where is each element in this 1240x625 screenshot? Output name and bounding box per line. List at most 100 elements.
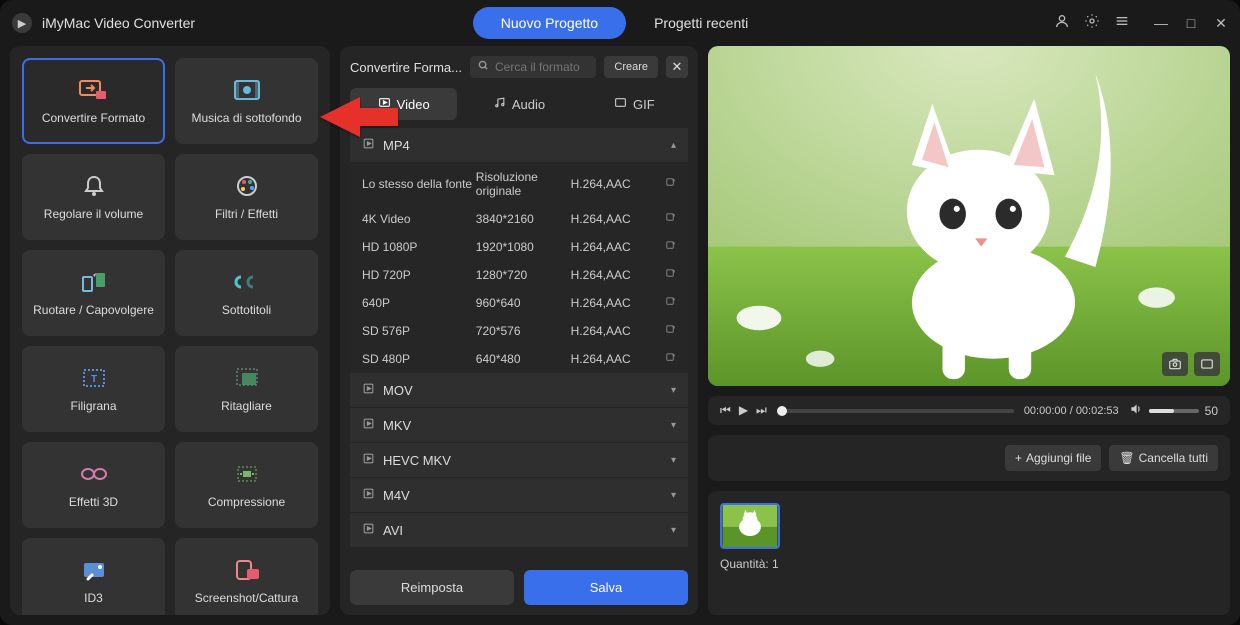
close-panel-button[interactable]: ✕ bbox=[666, 56, 688, 78]
video-preview[interactable] bbox=[708, 46, 1230, 386]
seek-bar[interactable] bbox=[777, 409, 1014, 413]
tool-compress[interactable]: Compressione bbox=[175, 442, 318, 528]
file-thumbnail[interactable] bbox=[720, 503, 780, 549]
maximize-button[interactable]: □ bbox=[1184, 15, 1198, 32]
tool-rotate[interactable]: Ruotare / Capovolgere bbox=[22, 250, 165, 336]
format-group-mov[interactable]: MOV▾ bbox=[350, 373, 688, 407]
app-window: ▶ iMyMac Video Converter Nuovo Progetto … bbox=[0, 0, 1240, 625]
preset-resolution: 960*640 bbox=[476, 296, 571, 310]
new-project-button[interactable]: Nuovo Progetto bbox=[473, 7, 626, 39]
preset-name: 640P bbox=[362, 296, 476, 310]
edit-preset-icon[interactable] bbox=[656, 352, 676, 366]
volume-icon[interactable] bbox=[1129, 402, 1143, 419]
bell-icon bbox=[78, 173, 110, 199]
edit-preset-icon[interactable] bbox=[656, 268, 676, 282]
snapshot-icon[interactable] bbox=[1162, 352, 1188, 376]
video-tab-icon bbox=[378, 96, 391, 112]
format-tab-video[interactable]: Video bbox=[350, 88, 457, 120]
preset-codec: H.264,AAC bbox=[571, 268, 656, 282]
save-button[interactable]: Salva bbox=[524, 570, 688, 605]
add-file-button[interactable]: +Aggiungi file bbox=[1005, 445, 1101, 471]
tool-glasses[interactable]: Effetti 3D bbox=[22, 442, 165, 528]
fullscreen-icon[interactable] bbox=[1194, 352, 1220, 376]
format-preset[interactable]: 640P960*640H.264,AAC bbox=[350, 289, 688, 317]
tool-film[interactable]: Musica di sottofondo bbox=[175, 58, 318, 144]
format-list[interactable]: MP4▴Lo stesso della fonteRisoluzione ori… bbox=[350, 128, 688, 560]
chevron-icon: ▾ bbox=[671, 420, 676, 431]
tool-crop[interactable]: Ritagliare bbox=[175, 346, 318, 432]
preset-name: HD 1080P bbox=[362, 240, 476, 254]
tool-id3[interactable]: ID3 bbox=[22, 538, 165, 615]
app-title: iMyMac Video Converter bbox=[42, 15, 195, 31]
glasses-icon bbox=[78, 461, 110, 487]
format-preset[interactable]: HD 720P1280*720H.264,AAC bbox=[350, 261, 688, 289]
playback-buttons: ⏮ ▶ ⏭ bbox=[720, 403, 767, 418]
format-preset[interactable]: SD 480P640*480H.264,AAC bbox=[350, 345, 688, 373]
edit-preset-icon[interactable] bbox=[656, 324, 676, 338]
watermark-icon: T bbox=[78, 365, 110, 391]
chevron-icon: ▾ bbox=[671, 385, 676, 396]
format-group-avi[interactable]: AVI▾ bbox=[350, 513, 688, 547]
minimize-button[interactable]: — bbox=[1154, 15, 1168, 32]
trash-icon: 🗑 bbox=[1119, 451, 1134, 465]
settings-icon[interactable] bbox=[1084, 13, 1100, 33]
preset-codec: H.264,AAC bbox=[571, 352, 656, 366]
format-icon bbox=[362, 382, 375, 398]
preset-resolution: 720*576 bbox=[476, 324, 571, 338]
tool-label: Ruotare / Capovolgere bbox=[33, 303, 154, 317]
svg-text:T: T bbox=[90, 374, 96, 385]
format-preset[interactable]: Lo stesso della fonteRisoluzione origina… bbox=[350, 163, 688, 205]
plus-icon: + bbox=[1015, 451, 1022, 465]
tool-convert[interactable]: Convertire Formato bbox=[22, 58, 165, 144]
format-group-hevc-mkv[interactable]: HEVC MKV▾ bbox=[350, 443, 688, 477]
edit-preset-icon[interactable] bbox=[656, 177, 676, 191]
format-group-mkv[interactable]: MKV▾ bbox=[350, 408, 688, 442]
format-preset[interactable]: 4K Video3840*2160H.264,AAC bbox=[350, 205, 688, 233]
user-icon[interactable] bbox=[1054, 13, 1070, 33]
format-group-mp4[interactable]: MP4▴ bbox=[350, 128, 688, 162]
edit-preset-icon[interactable] bbox=[656, 296, 676, 310]
format-type-tabs: VideoAudio GIF bbox=[350, 88, 688, 120]
menu-icon[interactable] bbox=[1114, 13, 1130, 33]
close-button[interactable]: ✕ bbox=[1214, 15, 1228, 32]
quantity-label: Quantità: 1 bbox=[720, 557, 1218, 571]
format-tab-audio[interactable]: Audio bbox=[465, 88, 572, 120]
titlebar: ▶ iMyMac Video Converter Nuovo Progetto … bbox=[0, 0, 1240, 46]
tool-label: Regolare il volume bbox=[44, 207, 143, 221]
crop-icon bbox=[231, 365, 263, 391]
tool-label: Musica di sottofondo bbox=[191, 111, 301, 125]
preset-resolution: Risoluzione originale bbox=[476, 170, 571, 198]
tool-screenshot[interactable]: Screenshot/Cattura bbox=[175, 538, 318, 615]
preset-resolution: 1920*1080 bbox=[476, 240, 571, 254]
clear-all-button[interactable]: 🗑Cancella tutti bbox=[1109, 445, 1218, 471]
reset-button[interactable]: Reimposta bbox=[350, 570, 514, 605]
format-preset[interactable]: HD 1080P1920*1080H.264,AAC bbox=[350, 233, 688, 261]
player-controls: ⏮ ▶ ⏭ 00:00:00 / 00:02:53 50 bbox=[708, 396, 1230, 425]
prev-button[interactable]: ⏮ bbox=[720, 403, 731, 418]
format-tab-gif[interactable]: GIF bbox=[581, 88, 688, 120]
format-search[interactable] bbox=[470, 56, 596, 78]
recent-projects-button[interactable]: Progetti recenti bbox=[626, 7, 776, 39]
tool-cc[interactable]: Sottotitoli bbox=[175, 250, 318, 336]
tool-watermark[interactable]: TFiligrana bbox=[22, 346, 165, 432]
next-button[interactable]: ⏭ bbox=[756, 403, 767, 418]
preset-codec: H.264,AAC bbox=[571, 240, 656, 254]
main-area: Convertire Formato Musica di sottofondo Re… bbox=[0, 46, 1240, 625]
tool-bell[interactable]: Regolare il volume bbox=[22, 154, 165, 240]
right-panel: ⏮ ▶ ⏭ 00:00:00 / 00:02:53 50 +Aggiung bbox=[708, 46, 1230, 615]
volume-slider[interactable] bbox=[1149, 409, 1199, 413]
format-preset[interactable]: SD 576P720*576H.264,AAC bbox=[350, 317, 688, 345]
chevron-icon: ▴ bbox=[671, 140, 676, 151]
format-panel-header: Convertire Forma... Creare ✕ bbox=[350, 56, 688, 78]
format-search-input[interactable] bbox=[495, 60, 588, 74]
tool-palette[interactable]: Filtri / Effetti bbox=[175, 154, 318, 240]
play-button[interactable]: ▶ bbox=[739, 403, 748, 418]
preset-name: HD 720P bbox=[362, 268, 476, 282]
chevron-icon: ▾ bbox=[671, 455, 676, 466]
tool-label: Ritagliare bbox=[221, 399, 272, 413]
edit-preset-icon[interactable] bbox=[656, 212, 676, 226]
tool-label: Compressione bbox=[208, 495, 285, 509]
edit-preset-icon[interactable] bbox=[656, 240, 676, 254]
create-button[interactable]: Creare bbox=[604, 56, 658, 78]
format-group-m4v[interactable]: M4V▾ bbox=[350, 478, 688, 512]
